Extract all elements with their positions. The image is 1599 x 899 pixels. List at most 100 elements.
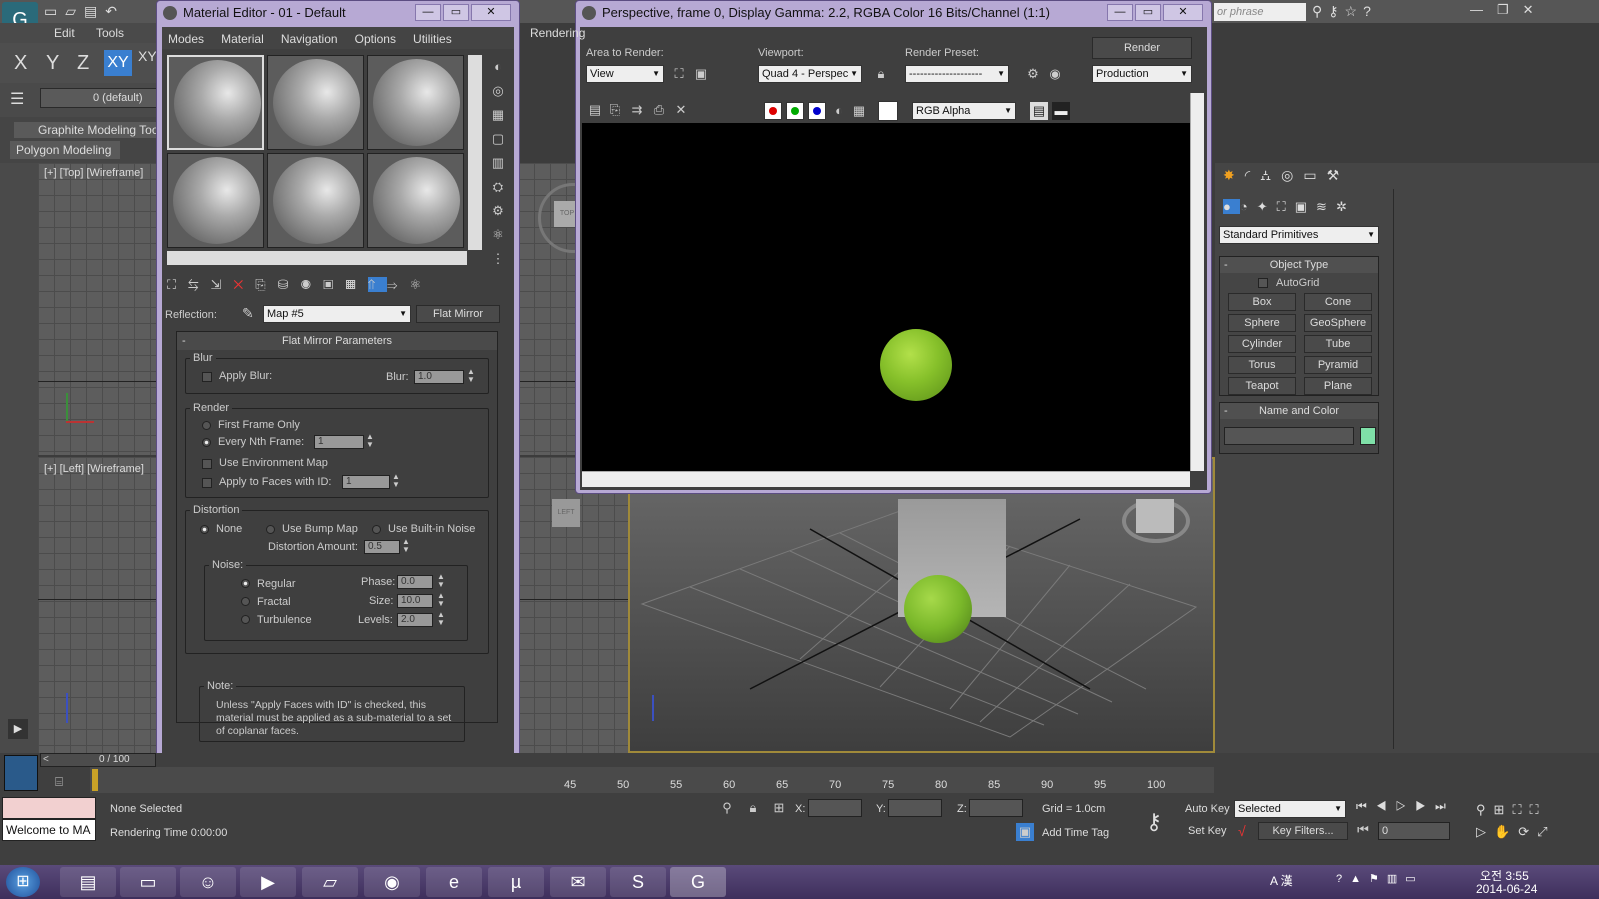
pan-icon[interactable]: ✋ bbox=[1494, 824, 1518, 839]
sample-type-icon[interactable]: ◐ bbox=[486, 55, 510, 79]
scene-sphere[interactable] bbox=[904, 575, 972, 643]
make-unique-icon[interactable]: ⎘ bbox=[255, 277, 277, 292]
sphere-button[interactable]: Sphere bbox=[1228, 314, 1296, 332]
previous-frame-icon[interactable]: ◀ bbox=[1376, 799, 1396, 813]
ribbon-tab-graphite[interactable]: Graphite Modeling Tools bbox=[14, 122, 160, 138]
selection-lock-icon[interactable]: 🔒︎ bbox=[744, 799, 762, 817]
spinner-icon[interactable]: ▲ ▼ bbox=[366, 433, 374, 449]
sample-slot-3[interactable] bbox=[367, 55, 464, 150]
y-coordinate-field[interactable] bbox=[888, 799, 942, 817]
close-icon[interactable]: ✕ bbox=[1163, 4, 1203, 21]
spinner-icon[interactable]: ▲ ▼ bbox=[392, 473, 400, 489]
viewport-left[interactable]: [+] [Left] [Wireframe] bbox=[38, 457, 160, 753]
box-button[interactable]: Box bbox=[1228, 293, 1296, 311]
time-slider-thumb[interactable] bbox=[92, 769, 98, 791]
zoom-extents-icon[interactable]: ⛶ bbox=[1512, 802, 1529, 817]
use-noise-radio[interactable] bbox=[372, 525, 381, 534]
taskbar-ie-icon[interactable]: e bbox=[426, 867, 482, 897]
minimize-icon[interactable]: — bbox=[415, 4, 441, 21]
viewport-dropdown[interactable]: Quad 4 - Perspec bbox=[758, 65, 862, 83]
object-color-swatch[interactable] bbox=[1360, 427, 1376, 445]
z-coordinate-field[interactable] bbox=[969, 799, 1023, 817]
channel-dropdown[interactable]: RGB Alpha bbox=[912, 102, 1016, 120]
green-channel-toggle[interactable] bbox=[786, 102, 804, 120]
time-ruler[interactable]: 45 50 55 60 65 70 75 80 85 90 95 100 bbox=[90, 767, 1214, 793]
help-icon[interactable]: ? bbox=[1363, 3, 1377, 19]
teapot-button[interactable]: Teapot bbox=[1228, 377, 1296, 395]
autogrid-checkbox[interactable] bbox=[1258, 278, 1268, 288]
render-setup-icon[interactable]: ⚙ bbox=[1024, 65, 1042, 83]
go-to-parent-icon[interactable]: ⇑ bbox=[367, 277, 388, 292]
torus-button[interactable]: Torus bbox=[1228, 356, 1296, 374]
start-button[interactable]: ⊞ bbox=[6, 867, 40, 897]
show-shaded-icon[interactable]: ▣ bbox=[323, 277, 345, 292]
assign-material-icon[interactable]: ⇲ bbox=[210, 277, 233, 292]
key-filters-button[interactable]: Key Filters... bbox=[1258, 822, 1348, 840]
open-file-icon[interactable]: ▱ bbox=[65, 3, 84, 19]
axis-y-button[interactable]: Y bbox=[46, 52, 59, 75]
monochrome-icon[interactable]: ▦ bbox=[850, 102, 868, 120]
object-name-field[interactable] bbox=[1224, 427, 1354, 445]
put-to-scene-icon[interactable]: ⇆ bbox=[188, 277, 210, 292]
map-type-button[interactable]: Flat Mirror bbox=[416, 305, 500, 323]
uv-tiling-icon[interactable]: ▢ bbox=[486, 127, 510, 151]
isolate-icon[interactable]: ⚲ bbox=[718, 799, 736, 817]
distortion-none-radio[interactable] bbox=[200, 525, 209, 534]
menu-options[interactable]: Options bbox=[355, 32, 396, 46]
ribbon-tab-polygon[interactable]: Polygon Modeling bbox=[10, 141, 120, 159]
time-slider[interactable]: < 0 / 100 bbox=[40, 753, 156, 767]
viewport-left-right[interactable]: LEFT bbox=[518, 457, 628, 753]
taskbar-3dsmax-icon[interactable]: G bbox=[670, 867, 726, 897]
x-coordinate-field[interactable] bbox=[808, 799, 862, 817]
menu-tools[interactable]: Tools bbox=[96, 26, 124, 40]
noise-fractal-radio[interactable] bbox=[241, 597, 250, 606]
viewcube-perspective-face[interactable] bbox=[1136, 499, 1174, 533]
zoom-icon[interactable]: ⚲ bbox=[1476, 802, 1494, 817]
material-id-icon[interactable]: ◉ bbox=[301, 277, 323, 292]
alpha-channel-icon[interactable]: ◐ bbox=[830, 102, 848, 120]
add-time-tag[interactable]: Add Time Tag bbox=[1042, 827, 1109, 839]
size-field[interactable]: 10.0 bbox=[397, 594, 433, 608]
hierarchy-tab-icon[interactable]: ⛼ bbox=[1260, 167, 1281, 183]
search-input[interactable]: or phrase bbox=[1214, 3, 1306, 21]
star-icon[interactable]: ☆ bbox=[1345, 3, 1364, 19]
viewport-layout-icon[interactable] bbox=[4, 755, 38, 791]
go-to-start-icon[interactable]: ⏮ bbox=[1356, 799, 1376, 813]
select-by-material-icon[interactable]: ⚛ bbox=[486, 223, 510, 247]
pick-from-object-icon[interactable]: ⚛ bbox=[410, 277, 434, 292]
apply-faces-checkbox[interactable] bbox=[202, 478, 212, 488]
time-tag-icon[interactable]: ▣ bbox=[1016, 823, 1034, 841]
viewcube-left-face[interactable]: LEFT bbox=[552, 499, 580, 527]
geometry-icon[interactable]: ● bbox=[1223, 199, 1240, 214]
viewport-perspective[interactable] bbox=[628, 457, 1215, 753]
maximize-viewport-icon[interactable]: ⤢ bbox=[1537, 824, 1555, 839]
network-icon[interactable]: ▥ bbox=[1387, 873, 1405, 885]
taskbar-skype-icon[interactable]: S bbox=[610, 867, 666, 897]
time-slider-left-icon[interactable]: < bbox=[43, 754, 49, 765]
close-icon[interactable]: ✕ bbox=[1523, 2, 1548, 17]
modify-tab-icon[interactable]: ◜ bbox=[1245, 167, 1260, 183]
sample-slot-6[interactable] bbox=[367, 153, 464, 248]
clear-icon[interactable]: ✕ bbox=[672, 101, 690, 119]
lock-icon[interactable]: 🔒︎ bbox=[872, 65, 890, 83]
axis-z-button[interactable]: Z bbox=[77, 52, 89, 75]
viewport-top[interactable]: [+] [Top] [Wireframe] bbox=[38, 163, 160, 455]
taskbar-app-icon[interactable]: ▤ bbox=[60, 867, 116, 897]
phase-field[interactable]: 0.0 bbox=[397, 575, 433, 589]
clone-window-icon[interactable]: ⇉ bbox=[628, 101, 646, 119]
auto-region-icon[interactable]: ▣ bbox=[692, 65, 710, 83]
taskbar-people-icon[interactable]: ☺ bbox=[180, 867, 236, 897]
print-icon[interactable]: ⎙ bbox=[650, 101, 668, 119]
undo-icon[interactable]: ↶ bbox=[105, 3, 125, 19]
make-preview-icon[interactable]: ⛭ bbox=[486, 175, 510, 199]
welcome-field[interactable]: Welcome to MA bbox=[2, 819, 96, 841]
rollout-header[interactable]: - Flat Mirror Parameters bbox=[177, 332, 497, 350]
binoculars-icon[interactable]: ⚲ bbox=[1312, 3, 1328, 19]
ime-indicator[interactable]: A 漢 bbox=[1270, 874, 1293, 888]
orbit-icon[interactable]: ⟳ bbox=[1518, 824, 1537, 839]
edit-region-icon[interactable]: ⛶ bbox=[670, 65, 688, 83]
cylinder-button[interactable]: Cylinder bbox=[1228, 335, 1296, 353]
environment-icon[interactable]: ◉ bbox=[1046, 65, 1064, 83]
collapse-icon[interactable]: - bbox=[1224, 257, 1228, 273]
render-button[interactable]: Render bbox=[1092, 37, 1192, 59]
